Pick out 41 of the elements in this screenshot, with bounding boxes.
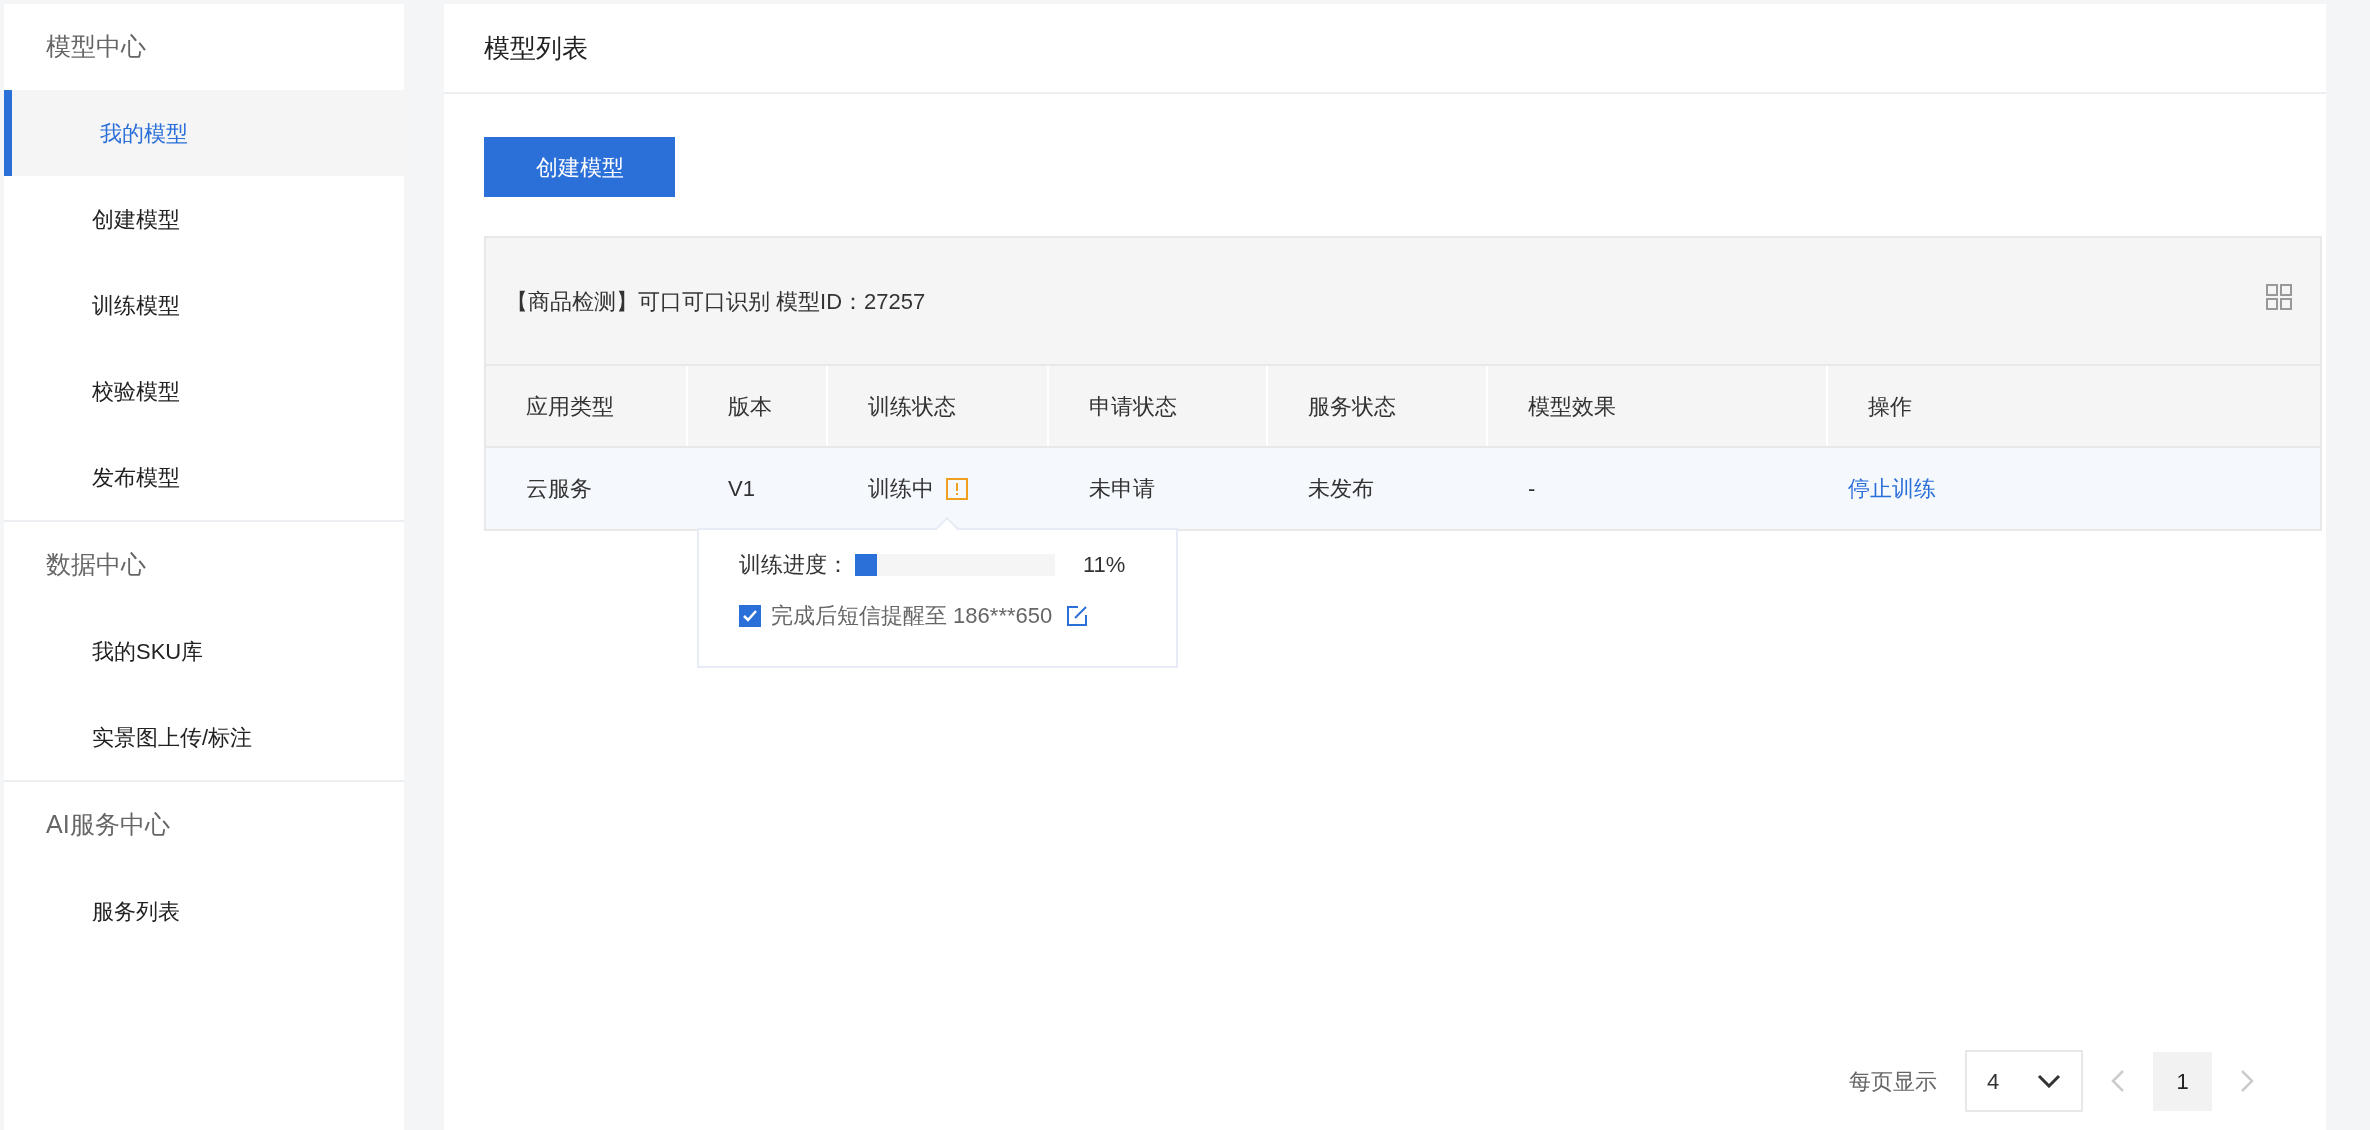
progress-label: 训练进度： [739, 551, 849, 579]
page-size-label: 每页显示 [1849, 1067, 1937, 1096]
sidebar-item[interactable]: 实景图上传/标注 [4, 694, 404, 780]
grid-icon[interactable] [2266, 284, 2292, 310]
next-page-icon[interactable] [2240, 1069, 2254, 1093]
column-header: 申请状态 [1089, 392, 1177, 421]
sidebar-item[interactable]: 创建模型 [4, 176, 404, 262]
sms-checkbox[interactable] [739, 604, 761, 627]
column-header: 模型效果 [1528, 392, 1616, 421]
sidebar-item[interactable]: 我的模型 [4, 90, 404, 176]
sidebar-item[interactable]: 校验模型 [4, 348, 404, 434]
sidebar-group-title: AI服务中心 [46, 809, 170, 841]
model-title: 【商品检测】可口可口识别 模型ID：27257 [506, 287, 926, 316]
sidebar-group-title: 模型中心 [46, 31, 146, 63]
page-number[interactable]: 1 [2153, 1051, 2212, 1111]
sidebar-item[interactable]: 训练模型 [4, 262, 404, 348]
table-cell-text: 未申请 [1089, 475, 1155, 503]
table-cell-text: 训练中 [868, 475, 934, 503]
table-cell-text: V1 [728, 475, 755, 503]
table-cell-text: - [1528, 475, 1536, 503]
column-header: 操作 [1868, 392, 1912, 421]
page-title: 模型列表 [484, 31, 588, 65]
column-header: 应用类型 [526, 392, 614, 421]
table-cell-text: 未发布 [1308, 475, 1374, 503]
edit-icon[interactable] [1066, 604, 1089, 627]
sms-reminder-text: 完成后短信提醒至 186***650 [771, 602, 1053, 630]
sidebar-item[interactable]: 服务列表 [4, 868, 404, 954]
sidebar-item[interactable]: 我的SKU库 [4, 608, 404, 694]
table-cell-text: 云服务 [526, 475, 592, 503]
create-model-button[interactable]: 创建模型 [484, 137, 675, 197]
warning-icon[interactable] [946, 477, 968, 500]
previous-page-icon[interactable] [2111, 1069, 2125, 1093]
column-header: 版本 [728, 392, 772, 421]
column-header: 服务状态 [1308, 392, 1396, 421]
sidebar-item[interactable]: 发布模型 [4, 434, 404, 520]
page-size-select[interactable]: 4 [1965, 1050, 2083, 1112]
column-header: 训练状态 [868, 392, 956, 421]
sidebar-group-title: 数据中心 [46, 549, 146, 581]
stop-training-link[interactable]: 停止训练 [1848, 472, 1936, 505]
chevron-down-icon [2037, 1074, 2061, 1088]
progress-percent: 11% [1083, 551, 1126, 579]
